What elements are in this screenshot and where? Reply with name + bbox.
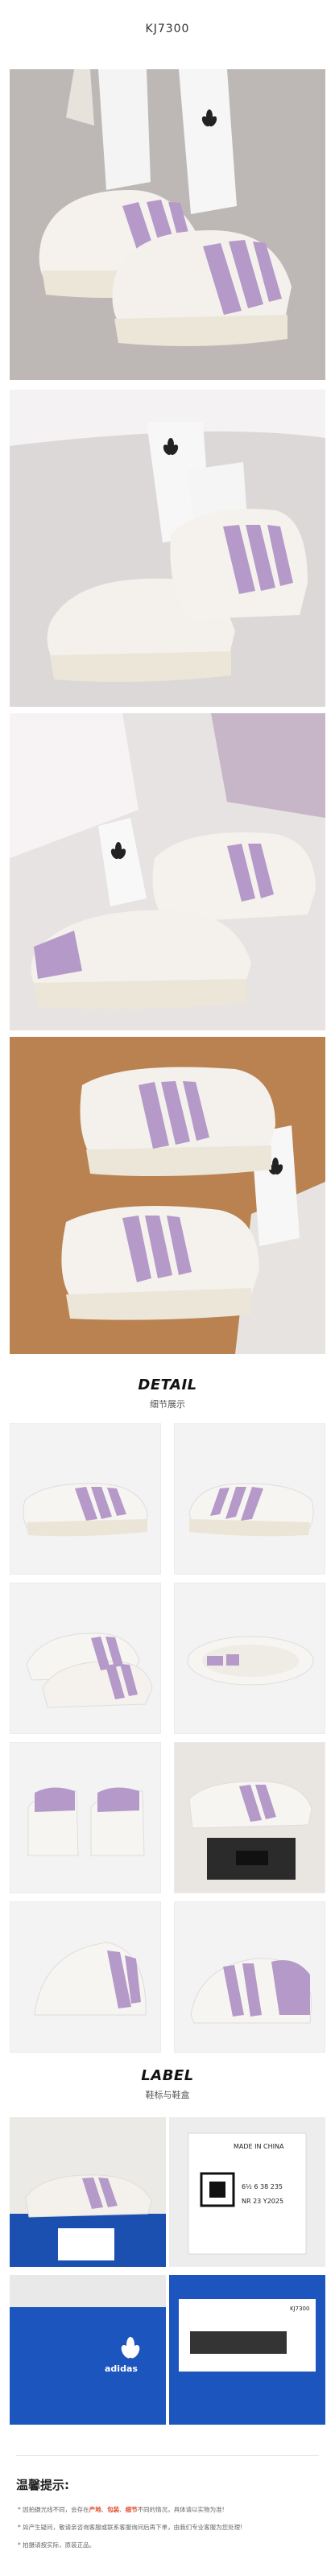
photo-4-illustration [10,1037,325,1354]
tip-line-2: * 如产生疑问，敬请亲咨询客服或联系客服询问后再下单，由我们专业客服为您处理! [18,2524,243,2531]
tag-size-line-2: NR 23 Y2025 [242,2198,284,2205]
tag-made-in: MADE IN CHINA [234,2143,284,2150]
detail-photo-side-left [10,1423,161,1575]
lifestyle-photo-1 [10,69,325,380]
lifestyle-photo-4 [10,1037,325,1354]
lifestyle-photo-2 [10,390,325,707]
detail-photo-pair [10,1583,161,1734]
detail-photo-side-right [174,1423,325,1575]
lifestyle-photo-3 [10,713,325,1030]
tip-line-3: * 拍摄请按实际，原装正品。 [18,2541,96,2549]
label-heading: LABEL [141,2067,194,2084]
tip-keyword-details: 细节 [125,2506,138,2513]
tip-sep-2: 、 [119,2506,126,2513]
detail-photo-heel-tab [174,1901,325,2053]
tips-divider [16,2455,319,2456]
photo-2-illustration [10,390,325,707]
detail-photo-top-view [174,1583,325,1734]
label-photo-shoe-on-box [10,2117,166,2267]
detail-heading: DETAIL [138,1377,197,1393]
detail-photo-on-scale [174,1742,325,1893]
tip-keyword-packaging: 包装 [107,2506,120,2513]
box-label-code: KJ7300 [290,2306,310,2312]
detail-subheading: 细节展示 [150,1399,185,1410]
photo-3-illustration [10,713,325,1030]
box-brand-text: adidas [105,2363,138,2374]
label-subheading: 鞋标与鞋盒 [145,2090,190,2100]
detail-photo-heels [10,1742,161,1893]
tag-size-line-1: 6½ 6 38 235 [242,2183,283,2190]
label-photo-box-blue: adidas [10,2275,166,2425]
photo-1-illustration [10,69,325,380]
tip-line-1-prefix: * 因拍摄光线不同，会存在 [18,2506,89,2513]
label-photo-box-label: KJ7300 [169,2275,325,2425]
label-photo-size-tag: MADE IN CHINA 6½ 6 38 235 NR 23 Y2025 [169,2117,325,2267]
tip-line-1-suffix: 不同的情况，具体请以实物为准! [137,2506,225,2513]
tip-line-1: * 因拍摄光线不同，会存在产地、包装、细节不同的情况，具体请以实物为准! [18,2505,324,2515]
tips-title: 温馨提示: [16,2478,69,2492]
detail-photo-laces [10,1901,161,2053]
tip-keyword-origin: 产地 [89,2506,101,2513]
product-code-title: KJ7300 [145,23,190,35]
